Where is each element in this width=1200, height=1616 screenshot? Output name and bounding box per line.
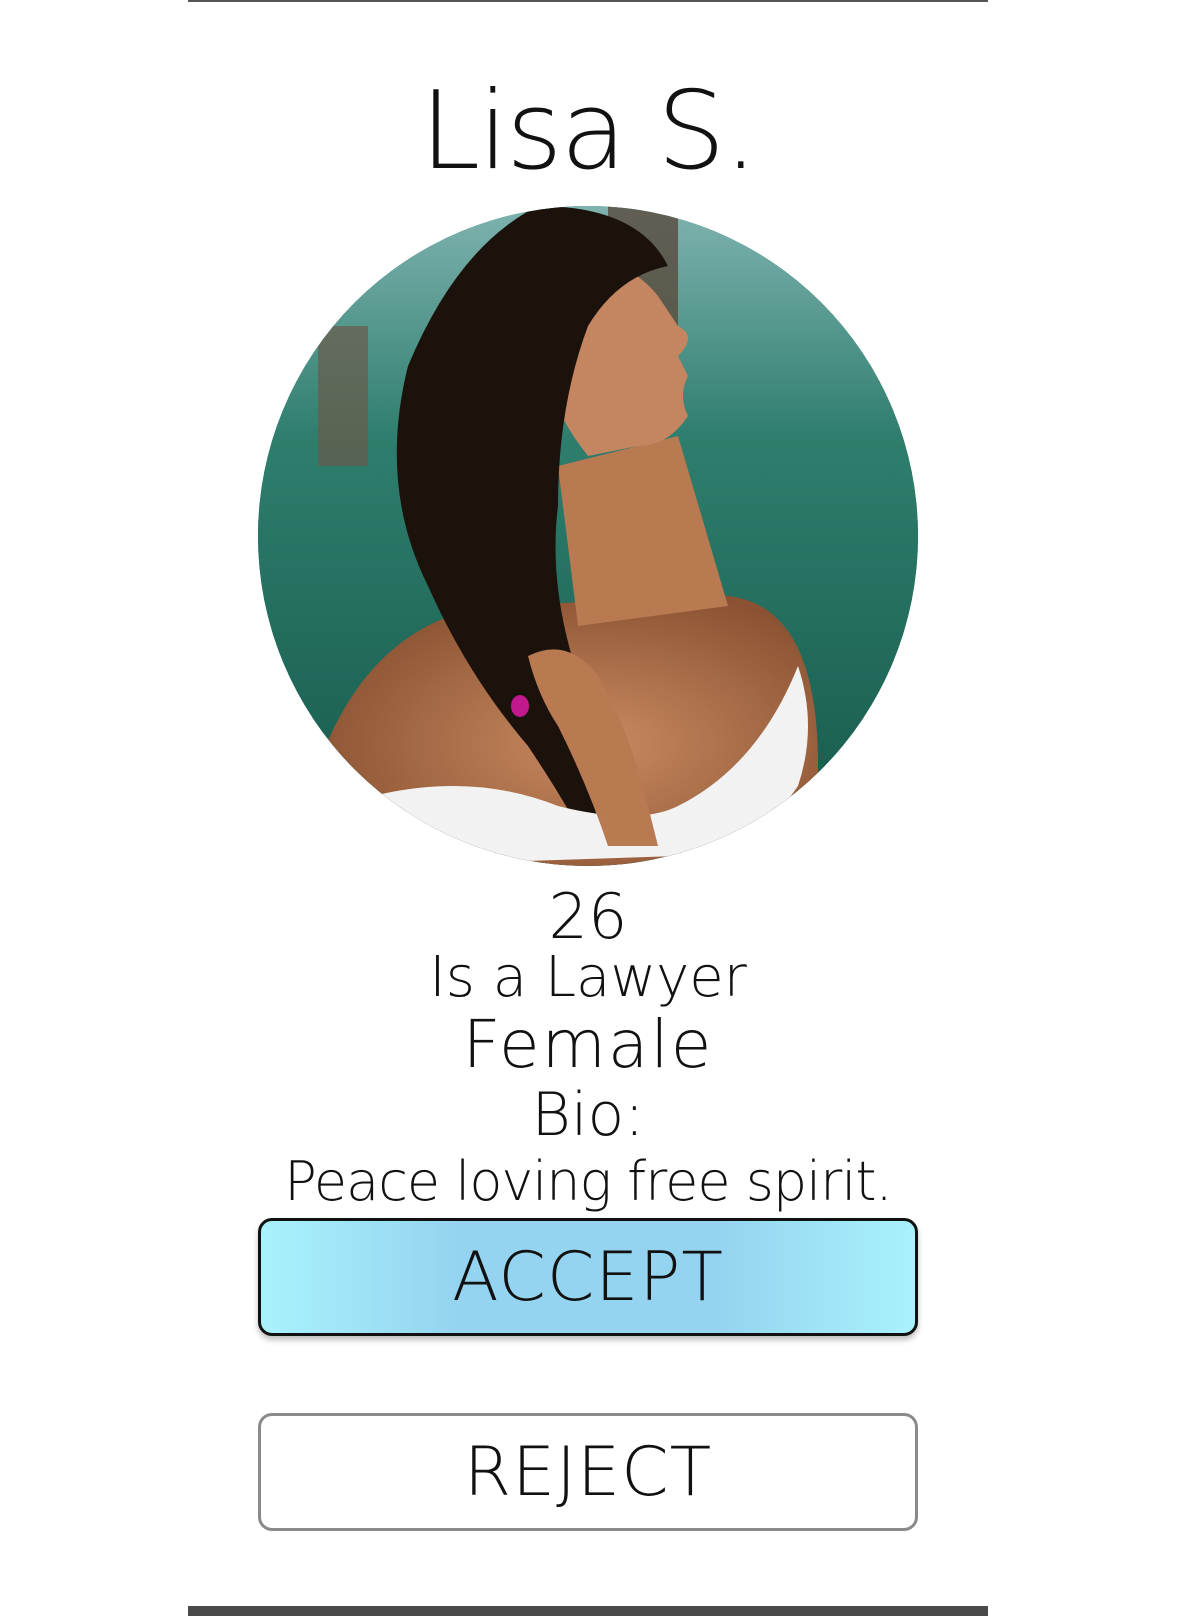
top-divider — [188, 0, 988, 2]
bottom-bar — [188, 1606, 988, 1616]
profile-age: 26 — [548, 880, 628, 953]
profile-occupation: Is a Lawyer — [429, 945, 747, 1010]
bio-text: Peace loving free spirit. — [284, 1150, 892, 1213]
reject-button[interactable]: REJECT — [258, 1413, 918, 1531]
profile-name: Lisa S. — [420, 69, 758, 194]
profile-gender: Female — [462, 1006, 714, 1083]
bio-label: Bio: — [531, 1080, 645, 1150]
accept-button[interactable]: ACCEPT — [258, 1218, 918, 1336]
reject-button-label: REJECT — [463, 1432, 713, 1512]
profile-photo-image — [258, 206, 918, 866]
accept-button-label: ACCEPT — [452, 1237, 724, 1317]
profile-photo — [258, 206, 918, 866]
